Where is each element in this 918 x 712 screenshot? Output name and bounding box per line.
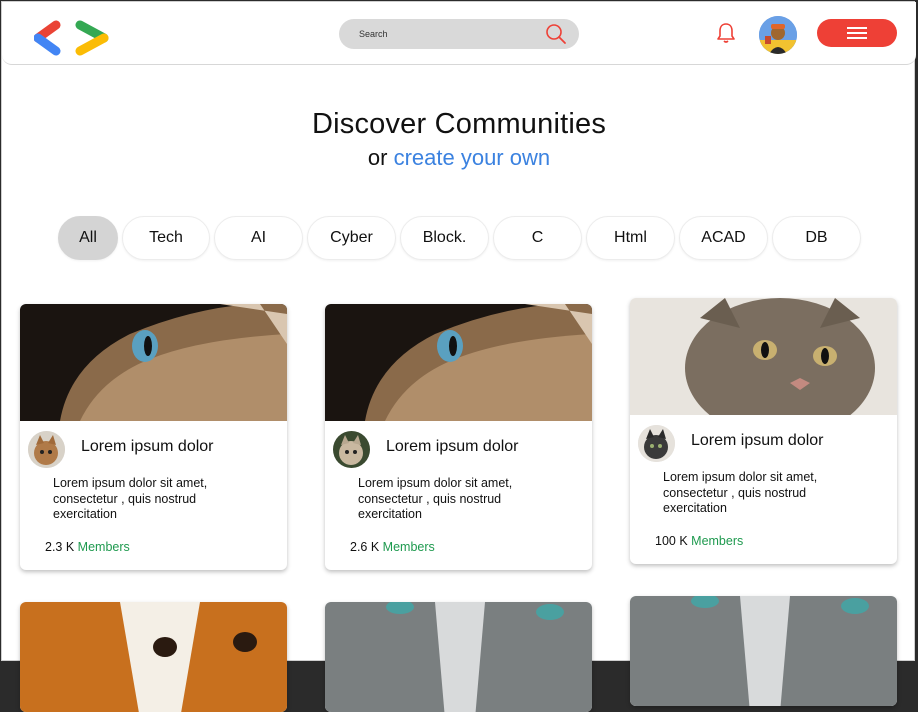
chip-block[interactable]: Block.	[400, 216, 489, 260]
community-avatar	[28, 431, 65, 468]
subtitle-prefix: or	[367, 145, 388, 170]
community-avatar	[638, 425, 675, 462]
page-title: Discover Communities	[311, 108, 607, 140]
chip-acad[interactable]: ACAD	[679, 216, 768, 260]
app-frame: Discover Communities or create your own …	[1, 1, 916, 712]
chip-all[interactable]: All	[58, 216, 118, 260]
create-community-link[interactable]: create your own	[394, 145, 551, 170]
members-label: Members	[691, 534, 744, 548]
chip-db[interactable]: DB	[772, 216, 861, 260]
top-nav	[2, 2, 916, 65]
member-count: 100 K Members	[655, 534, 743, 548]
community-description: Lorem ipsum dolor sit amet, consectetur …	[53, 476, 208, 521]
chip-tech[interactable]: Tech	[122, 216, 210, 260]
members-label: Members	[382, 540, 435, 554]
chip-c[interactable]: C	[493, 216, 582, 260]
member-count: 2.6 K Members	[350, 540, 435, 554]
logo-icon[interactable]	[34, 19, 110, 57]
community-cover-image	[20, 304, 287, 421]
notification-bell-icon[interactable]	[716, 22, 736, 44]
community-name: Lorem ipsum dolor	[691, 432, 824, 449]
community-description: Lorem ipsum dolor sit amet, consectetur …	[663, 470, 818, 515]
community-avatar	[333, 431, 370, 468]
chip-html[interactable]: Html	[586, 216, 675, 260]
community-card[interactable]: Lorem ipsum dolor Lorem ipsum dolor sit …	[630, 298, 897, 564]
community-cover-image	[325, 304, 592, 421]
community-name: Lorem ipsum dolor	[81, 438, 214, 455]
community-description: Lorem ipsum dolor sit amet, consectetur …	[358, 476, 513, 521]
member-count-value: 2.6 K	[350, 540, 380, 554]
community-card[interactable]	[630, 596, 897, 706]
community-cover-image	[630, 596, 897, 706]
user-avatar[interactable]	[759, 16, 797, 54]
member-count-value: 2.3 K	[45, 540, 75, 554]
search-icon[interactable]	[545, 23, 567, 45]
community-card[interactable]: Lorem ipsum dolor Lorem ipsum dolor sit …	[20, 304, 287, 570]
member-count-value: 100 K	[655, 534, 688, 548]
search-input[interactable]	[357, 28, 541, 40]
menu-button[interactable]	[817, 19, 897, 47]
page-subtitle: or create your own	[2, 145, 916, 171]
community-cover-image	[325, 602, 592, 712]
avatar-illustration	[759, 16, 797, 54]
community-cover-image	[630, 298, 897, 415]
community-card[interactable]	[20, 602, 287, 712]
members-label: Members	[77, 540, 130, 554]
search-bar[interactable]	[339, 19, 579, 49]
community-card[interactable]	[325, 602, 592, 712]
community-cover-image	[20, 602, 287, 712]
member-count: 2.3 K Members	[45, 540, 130, 554]
chip-ai[interactable]: AI	[214, 216, 303, 260]
hamburger-icon	[847, 27, 867, 39]
chip-cyber[interactable]: Cyber	[307, 216, 396, 260]
community-name: Lorem ipsum dolor	[386, 438, 519, 455]
category-filter-bar: All Tech AI Cyber Block. C Html ACAD DB	[58, 216, 865, 260]
community-card[interactable]: Lorem ipsum dolor Lorem ipsum dolor sit …	[325, 304, 592, 570]
